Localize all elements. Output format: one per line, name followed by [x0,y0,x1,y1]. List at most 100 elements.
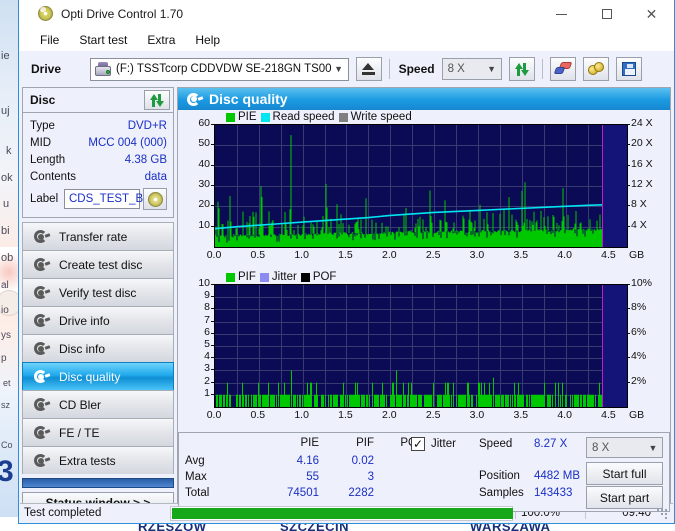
sidebar-item-label: Disc info [59,341,106,356]
eraser-icon [553,62,572,76]
legend-label-pie: PIE [238,111,257,123]
y-axis-tick-label: 1 [204,386,210,399]
x-axis-tick-label: 2.5 [425,409,441,421]
x-axis-tick-label: 0.0 [206,409,222,421]
sidebar-item-drive-info[interactable]: Drive info [22,306,174,334]
y2-axis-tick-label: 16 X [631,157,653,170]
start-full-button[interactable]: Start full [586,462,663,485]
refresh-disc-button[interactable] [144,90,170,110]
disc-row-value: DVD+R [127,119,167,132]
menu-item-extra[interactable]: Extra [138,31,184,49]
start-part-button[interactable]: Start part [586,486,663,509]
sidebar-item-cd-bler[interactable]: CD Bler [22,390,174,418]
checkmark-icon: ✓ [412,437,424,451]
y-axis-tick [211,296,214,297]
drive-select[interactable]: (F:) TSSTcorp CDDVDW SE-218GN TS00 ▼ [90,57,349,81]
background-text-fragment: al [1,280,9,291]
disc-quality-header: Disc quality [178,88,670,110]
main-body: Disc Type DVD+R MID MCC 004 (000) Length… [19,87,674,514]
jitter-checkbox[interactable]: ✓ [411,437,425,451]
refresh-drive-button[interactable] [508,57,535,81]
stats-header-pie: PIE [300,437,319,449]
menu-item-help[interactable]: Help [186,31,229,49]
legend-swatch-jitter [259,272,269,282]
y-axis-tick [211,321,214,322]
gear-icon [32,285,51,300]
sidebar-item-disc-info[interactable]: Disc info [22,334,174,362]
y2-axis-tick [627,185,630,186]
x-axis-tick-label: 4.5 [601,409,616,421]
disc-row-value: MCC 004 (000) [88,136,167,149]
test-speed-select[interactable]: 8 X ▼ [586,437,663,458]
menu-bar: File Start test Extra Help [19,29,674,51]
sidebar-item-disc-quality[interactable]: Disc quality [22,362,174,390]
coins-icon [587,62,604,76]
pie-read-speed-chart[interactable]: PIE Read speed Write speed 10 20 30 40 50 60 4… [178,110,670,270]
save-button[interactable] [615,57,642,81]
stats-pie-max: 55 [306,471,319,483]
resize-grip[interactable] [657,506,671,520]
pif-jitter-pof-chart[interactable]: PIF Jitter POF 1 2 3 4 5 6 7 8 9 10 2% 4% 6% 8% 10% 0.0… [178,270,670,430]
minimize-button[interactable] [539,0,584,29]
gear-icon [32,229,51,244]
disc-label-field[interactable]: CDS_TEST_B2 [64,189,150,209]
speed-select[interactable]: 8 X ▼ [441,58,502,80]
background-text-fragment: p [1,353,7,364]
chart-plot-area-bottom[interactable] [214,284,628,408]
sidebar-item-create-test-disc[interactable]: Create test disc [22,250,174,278]
x-axis-tick-label: 2.0 [382,409,397,421]
eject-button[interactable] [355,57,382,81]
erase-button[interactable] [549,57,576,81]
background-text-fragment: et [3,378,11,388]
stats-samples-label: Samples [479,487,524,499]
x-axis-tick-label: 3.5 [513,249,529,261]
y-axis-tick-label: 5 [204,338,210,350]
y-axis-tick-label: 10 [198,218,210,231]
x-axis-tick-label: 0.5 [250,249,266,261]
disc-row-key: MID [30,136,52,149]
close-button[interactable]: ✕ [629,0,674,29]
menu-item-file[interactable]: File [31,31,68,49]
legend-label-jitter: Jitter [271,271,297,283]
disc-properties: Type DVD+R MID MCC 004 (000) Length 4.38… [23,113,173,217]
stats-row-label-max: Max [185,471,207,483]
y-axis-tick-label: 10 [198,277,210,289]
y2-axis-tick-label: 6% [631,325,647,338]
stats-pie-avg: 4.16 [296,455,319,467]
y2-axis-tick-label: 24 X [631,117,653,129]
sidebar-item-transfer-rate[interactable]: Transfer rate [22,222,174,250]
position-marker [602,125,603,247]
test-speed-value: 8 X [592,441,610,454]
gear-icon [32,341,51,356]
coins-button[interactable] [582,57,609,81]
sidebar-item-fe-te[interactable]: FE / TE [22,418,174,446]
background-text-fragment: Co [1,440,13,450]
sidebar-divider [22,478,174,488]
chart-plot-area-top[interactable] [214,124,628,248]
disc-row-mid: MID MCC 004 (000) [30,134,167,151]
disc-panel-header: Disc [23,88,173,113]
chart-legend-bottom: PIF Jitter POF [226,271,336,283]
x-axis-tick-label: 3.0 [469,249,485,261]
disc-label-button[interactable] [143,188,167,210]
disc-row-key: Type [30,119,55,132]
x-axis-tick-label: 1.0 [294,409,309,421]
speed-select-value: 8 X [447,63,465,75]
sidebar-item-verify-test-disc[interactable]: Verify test disc [22,278,174,306]
x-axis-tick-label: 4.0 [557,249,572,261]
y-axis-tick [211,205,214,206]
disc-row-key: Length [30,153,66,166]
y-axis-tick-label: 50 [198,137,210,150]
maximize-button[interactable] [584,0,629,29]
sidebar-item-extra-tests[interactable]: Extra tests [22,446,174,474]
y-axis-tick [211,124,214,125]
legend-label-write-speed: Write speed [350,111,412,123]
y-axis-tick-label: 9 [204,289,210,302]
background-text-fragment: bi [1,225,10,237]
y2-axis-tick [627,284,630,285]
menu-item-start-test[interactable]: Start test [70,31,136,49]
y2-axis-tick-label: 8 X [631,198,647,211]
x-axis-tick-label: 0.5 [250,409,266,421]
y-axis-tick-label: 60 [198,117,210,129]
disc-label-key: Label [30,193,59,205]
